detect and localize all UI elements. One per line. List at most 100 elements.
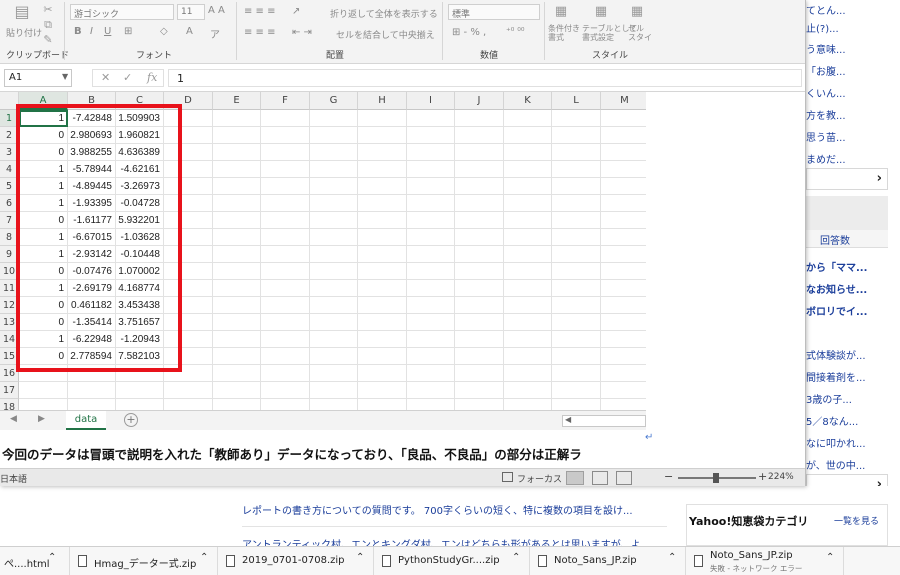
font-color-icon[interactable]: A xyxy=(186,26,193,37)
cell-G18[interactable] xyxy=(310,399,358,410)
cell-A3[interactable]: 0 xyxy=(19,144,68,161)
cell-D5[interactable] xyxy=(164,178,213,195)
more-button[interactable]: › xyxy=(806,168,888,190)
cell-A8[interactable]: 1 xyxy=(19,229,68,246)
cell-D14[interactable] xyxy=(164,331,213,348)
focus-icon[interactable] xyxy=(502,472,513,482)
border-icon[interactable]: ⊞ xyxy=(124,26,132,37)
cell-L14[interactable] xyxy=(552,331,601,348)
cell-D17[interactable] xyxy=(164,382,213,399)
row-header[interactable]: 11 xyxy=(0,280,19,297)
cell-J1[interactable] xyxy=(455,110,504,127)
cell-B2[interactable]: 2.980693 xyxy=(68,127,116,144)
cut-icon[interactable]: ✂ xyxy=(40,2,56,18)
column-header[interactable]: M xyxy=(601,92,646,110)
cell-F2[interactable] xyxy=(261,127,310,144)
cell-D18[interactable] xyxy=(164,399,213,410)
spreadsheet-grid[interactable]: A B C D E F G H I J K L M 1 1 -7.42848 1.509903 2 0 2.98069… xyxy=(0,92,646,410)
phonetic-icon[interactable]: ア xyxy=(210,26,220,41)
ranking-link[interactable]: から「ママ... xyxy=(806,259,896,274)
tab-next-icon[interactable]: ▶ xyxy=(38,414,45,424)
cell-H12[interactable] xyxy=(358,297,407,314)
row-header[interactable]: 5 xyxy=(0,178,19,195)
cell-C2[interactable]: 1.960821 xyxy=(116,127,164,144)
cell-A14[interactable]: 1 xyxy=(19,331,68,348)
cell-E2[interactable] xyxy=(213,127,261,144)
row-header[interactable]: 10 xyxy=(0,263,19,280)
question-link[interactable]: が、世の中... xyxy=(806,457,896,472)
cell-J5[interactable] xyxy=(455,178,504,195)
cell-G16[interactable] xyxy=(310,365,358,382)
cell-K14[interactable] xyxy=(504,331,552,348)
download-item[interactable]: 2019_0701-0708.zip ⌃ xyxy=(218,547,374,575)
sheet-tab[interactable]: data xyxy=(66,411,106,430)
cell-M6[interactable] xyxy=(601,195,646,212)
cell-A5[interactable]: 1 xyxy=(19,178,68,195)
number-format-select[interactable]: 標準 xyxy=(448,4,540,20)
cell-F12[interactable] xyxy=(261,297,310,314)
cell-A12[interactable]: 0 xyxy=(19,297,68,314)
download-item[interactable]: Noto_Sans_JP.zip ⌃ xyxy=(530,547,686,575)
cell-E14[interactable] xyxy=(213,331,261,348)
cell-I6[interactable] xyxy=(407,195,455,212)
row-header[interactable]: 8 xyxy=(0,229,19,246)
cell-M13[interactable] xyxy=(601,314,646,331)
cell-M10[interactable] xyxy=(601,263,646,280)
cell-G1[interactable] xyxy=(310,110,358,127)
sidebar-link[interactable]: 止(?)... xyxy=(806,20,896,35)
cell-I12[interactable] xyxy=(407,297,455,314)
cell-B3[interactable]: 3.988255 xyxy=(68,144,116,161)
cell-L8[interactable] xyxy=(552,229,601,246)
row-header[interactable]: 6 xyxy=(0,195,19,212)
download-item[interactable]: Noto_Sans_JP.zip 失敗 - ネットワーク エラー ⌃ xyxy=(686,547,844,575)
cell-D9[interactable] xyxy=(164,246,213,263)
cell-G17[interactable] xyxy=(310,382,358,399)
cell-H7[interactable] xyxy=(358,212,407,229)
cell-K10[interactable] xyxy=(504,263,552,280)
row-header[interactable]: 13 xyxy=(0,314,19,331)
cell-K3[interactable] xyxy=(504,144,552,161)
cell-A2[interactable]: 0 xyxy=(19,127,68,144)
orientation-icon[interactable]: ↗ xyxy=(292,6,300,17)
cell-K16[interactable] xyxy=(504,365,552,382)
cell-K12[interactable] xyxy=(504,297,552,314)
table-format-icon[interactable]: ▦ xyxy=(592,4,610,22)
cell-G6[interactable] xyxy=(310,195,358,212)
cell-E4[interactable] xyxy=(213,161,261,178)
page-break-icon[interactable] xyxy=(616,471,632,485)
cell-H10[interactable] xyxy=(358,263,407,280)
cell-F18[interactable] xyxy=(261,399,310,410)
cell-G3[interactable] xyxy=(310,144,358,161)
cell-H9[interactable] xyxy=(358,246,407,263)
cell-M17[interactable] xyxy=(601,382,646,399)
cell-A17[interactable] xyxy=(19,382,68,399)
zoom-level[interactable]: 224% xyxy=(768,472,794,482)
cell-L5[interactable] xyxy=(552,178,601,195)
cell-B1[interactable]: -7.42848 xyxy=(68,110,116,127)
cell-F1[interactable] xyxy=(261,110,310,127)
cell-J14[interactable] xyxy=(455,331,504,348)
cell-B18[interactable] xyxy=(68,399,116,410)
cell-J2[interactable] xyxy=(455,127,504,144)
cell-M7[interactable] xyxy=(601,212,646,229)
row-header[interactable]: 14 xyxy=(0,331,19,348)
cell-F10[interactable] xyxy=(261,263,310,280)
cell-styles-icon[interactable]: ▦ xyxy=(628,4,646,22)
cell-D6[interactable] xyxy=(164,195,213,212)
cell-D2[interactable] xyxy=(164,127,213,144)
cell-G8[interactable] xyxy=(310,229,358,246)
cell-C7[interactable]: 5.932201 xyxy=(116,212,164,229)
row-header[interactable]: 16 xyxy=(0,365,19,382)
sidebar-link[interactable]: 方を教... xyxy=(806,107,896,122)
cell-L11[interactable] xyxy=(552,280,601,297)
chevron-up-icon[interactable]: ⌃ xyxy=(200,552,208,563)
cell-G15[interactable] xyxy=(310,348,358,365)
cell-F11[interactable] xyxy=(261,280,310,297)
focus-mode-button[interactable]: フォーカス xyxy=(517,472,562,485)
cell-C11[interactable]: 4.168774 xyxy=(116,280,164,297)
row-header[interactable]: 2 xyxy=(0,127,19,144)
cell-M5[interactable] xyxy=(601,178,646,195)
cell-C13[interactable]: 3.751657 xyxy=(116,314,164,331)
cell-M18[interactable] xyxy=(601,399,646,410)
cell-I3[interactable] xyxy=(407,144,455,161)
